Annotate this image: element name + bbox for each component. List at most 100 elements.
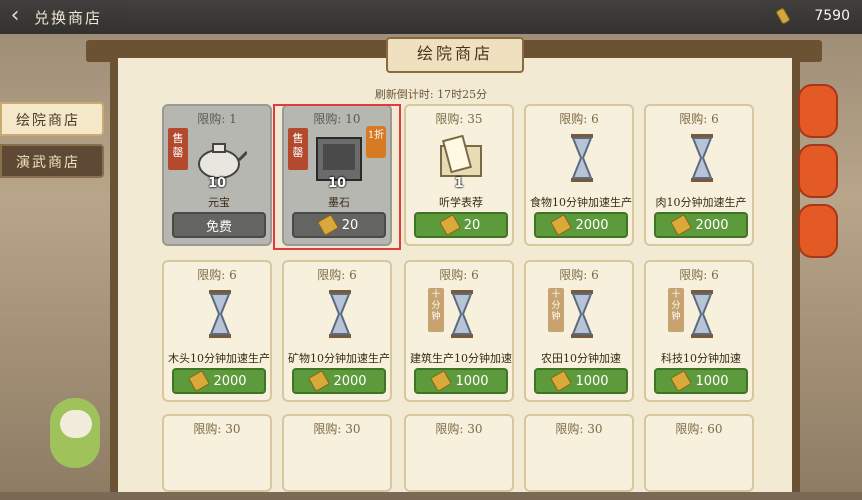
- purchase-limit: 限购: 6: [559, 268, 599, 282]
- purchase-limit: 限购: 6: [317, 268, 357, 282]
- item-icon: [553, 440, 609, 496]
- price-label: 1000: [575, 373, 609, 389]
- purchase-limit: 限购: 6: [679, 112, 719, 126]
- item-quantity: 10: [327, 176, 347, 191]
- purchase-limit: 限购: 30: [193, 422, 241, 436]
- price-label: 1000: [455, 373, 489, 389]
- price-label: 2000: [213, 373, 247, 389]
- chevron-left-icon[interactable]: ‹: [2, 2, 28, 30]
- price-button[interactable]: 2000: [654, 212, 748, 238]
- item-name: 科技10分钟加速: [661, 352, 741, 365]
- scroll-coin-icon: [188, 370, 211, 392]
- shop-item-card[interactable]: 限购: 30: [282, 414, 392, 492]
- item-quantity: 1: [454, 176, 464, 191]
- scroll-coin-icon: [316, 214, 339, 236]
- price-label: 2000: [575, 217, 609, 233]
- price-button[interactable]: 2000: [172, 368, 266, 394]
- sold-out-stamp: 售罄: [288, 128, 308, 170]
- scroll-coin-icon: [550, 214, 573, 236]
- hourglass-icon: [691, 134, 713, 182]
- refresh-countdown: 刷新倒计时: 17时25分: [374, 88, 488, 101]
- currency-amount: 7590: [814, 8, 850, 24]
- scroll-coin-icon: [550, 370, 573, 392]
- price-label: 20: [463, 217, 481, 233]
- purchase-limit: 限购: 6: [559, 112, 599, 126]
- price-button[interactable]: 免费: [172, 212, 266, 238]
- lantern-icon: [798, 144, 838, 198]
- item-icon: [433, 440, 489, 496]
- scroll-coin-icon: [670, 370, 693, 392]
- item-name: 矿物10分钟加速生产: [288, 352, 390, 365]
- scroll-coin-icon: [670, 214, 693, 236]
- item-image: [311, 440, 367, 496]
- purchase-limit: 限购: 6: [197, 268, 237, 282]
- tab-martial-shop[interactable]: 演武商店: [0, 144, 104, 178]
- shop-item-card[interactable]: 限购: 6 建筑生产10分钟加速 1000 十分钟: [404, 260, 514, 402]
- price-label: 1000: [695, 373, 729, 389]
- purchase-limit: 限购: 6: [439, 268, 479, 282]
- lantern-icon: [798, 84, 838, 138]
- currency-display: 7590: [774, 4, 850, 28]
- shop-item-card[interactable]: 限购: 60: [644, 414, 754, 492]
- sold-out-stamp: 售罄: [168, 128, 188, 170]
- lantern-icon: [798, 204, 838, 258]
- shop-item-card[interactable]: 限购: 30: [524, 414, 634, 492]
- item-image: [191, 440, 247, 496]
- shop-item-card[interactable]: 限购: 6 农田10分钟加速 1000 十分钟: [524, 260, 634, 402]
- scroll-coin-icon: [438, 214, 461, 236]
- item-icon: [311, 440, 367, 496]
- scroll-coin-icon: [308, 370, 331, 392]
- item-image: [191, 286, 247, 342]
- item-name: 元宝: [208, 196, 230, 209]
- purchase-limit: 限购: 1: [197, 112, 237, 126]
- item-image: [553, 440, 609, 496]
- shop-item-card[interactable]: 限购: 6 肉10分钟加速生产 2000: [644, 104, 754, 246]
- shop-item-card[interactable]: 限购: 6 木头10分钟加速生产 2000: [162, 260, 272, 402]
- item-name: 肉10分钟加速生产: [655, 196, 747, 209]
- purchase-limit: 限购: 10: [313, 112, 361, 126]
- ten-minute-tag: 十分钟: [428, 288, 444, 332]
- item-image: [673, 130, 729, 186]
- tab-painting-shop[interactable]: 绘院商店: [0, 102, 104, 136]
- purchase-limit: 限购: 6: [679, 268, 719, 282]
- shop-item-card[interactable]: 限购: 6 科技10分钟加速 1000 十分钟: [644, 260, 754, 402]
- item-name: 食物10分钟加速生产: [530, 196, 632, 209]
- item-image: [553, 130, 609, 186]
- price-button[interactable]: 1000: [534, 368, 628, 394]
- purchase-limit: 限购: 60: [675, 422, 723, 436]
- price-button[interactable]: 1000: [414, 368, 508, 394]
- shop-item-card[interactable]: 限购: 30: [404, 414, 514, 492]
- item-icon: [673, 440, 729, 496]
- shop-item-card[interactable]: 限购: 30: [162, 414, 272, 492]
- price-button[interactable]: 1000: [654, 368, 748, 394]
- purchase-limit: 限购: 30: [435, 422, 483, 436]
- price-button[interactable]: 2000: [292, 368, 386, 394]
- scroll-coin-icon: [430, 370, 453, 392]
- item-image: [433, 440, 489, 496]
- page-title: 兑换商店: [34, 9, 103, 27]
- price-button[interactable]: 20: [292, 212, 386, 238]
- purchase-limit: 限购: 35: [435, 112, 483, 126]
- shop-title: 绘院商店: [386, 37, 524, 73]
- shop-item-card[interactable]: 限购: 10 10 墨石 20 售罄 1折: [282, 104, 392, 246]
- shop-item-card[interactable]: 限购: 6 矿物10分钟加速生产 2000: [282, 260, 392, 402]
- purchase-limit: 限购: 30: [555, 422, 603, 436]
- hourglass-icon: [209, 290, 231, 338]
- hourglass-icon: [329, 290, 351, 338]
- ten-minute-tag: 十分钟: [548, 288, 564, 332]
- item-icon: [191, 440, 247, 496]
- shop-item-card[interactable]: 限购: 6 食物10分钟加速生产 2000: [524, 104, 634, 246]
- item-name: 建筑生产10分钟加速: [410, 352, 512, 365]
- price-label: 免费: [205, 219, 232, 235]
- item-name: 木头10分钟加速生产: [168, 352, 270, 365]
- price-button[interactable]: 20: [414, 212, 508, 238]
- item-name: 墨石: [328, 196, 350, 209]
- price-button[interactable]: 2000: [534, 212, 628, 238]
- item-name: 听学表荐: [439, 196, 483, 209]
- shop-item-card[interactable]: 限购: 35 1 听学表荐 20: [404, 104, 514, 246]
- shop-item-card[interactable]: 限购: 1 10 元宝 免费 售罄: [162, 104, 272, 246]
- scroll-coin-icon: [776, 8, 790, 24]
- purchase-limit: 限购: 30: [313, 422, 361, 436]
- price-label: 2000: [695, 217, 729, 233]
- discount-badge: 1折: [366, 126, 386, 158]
